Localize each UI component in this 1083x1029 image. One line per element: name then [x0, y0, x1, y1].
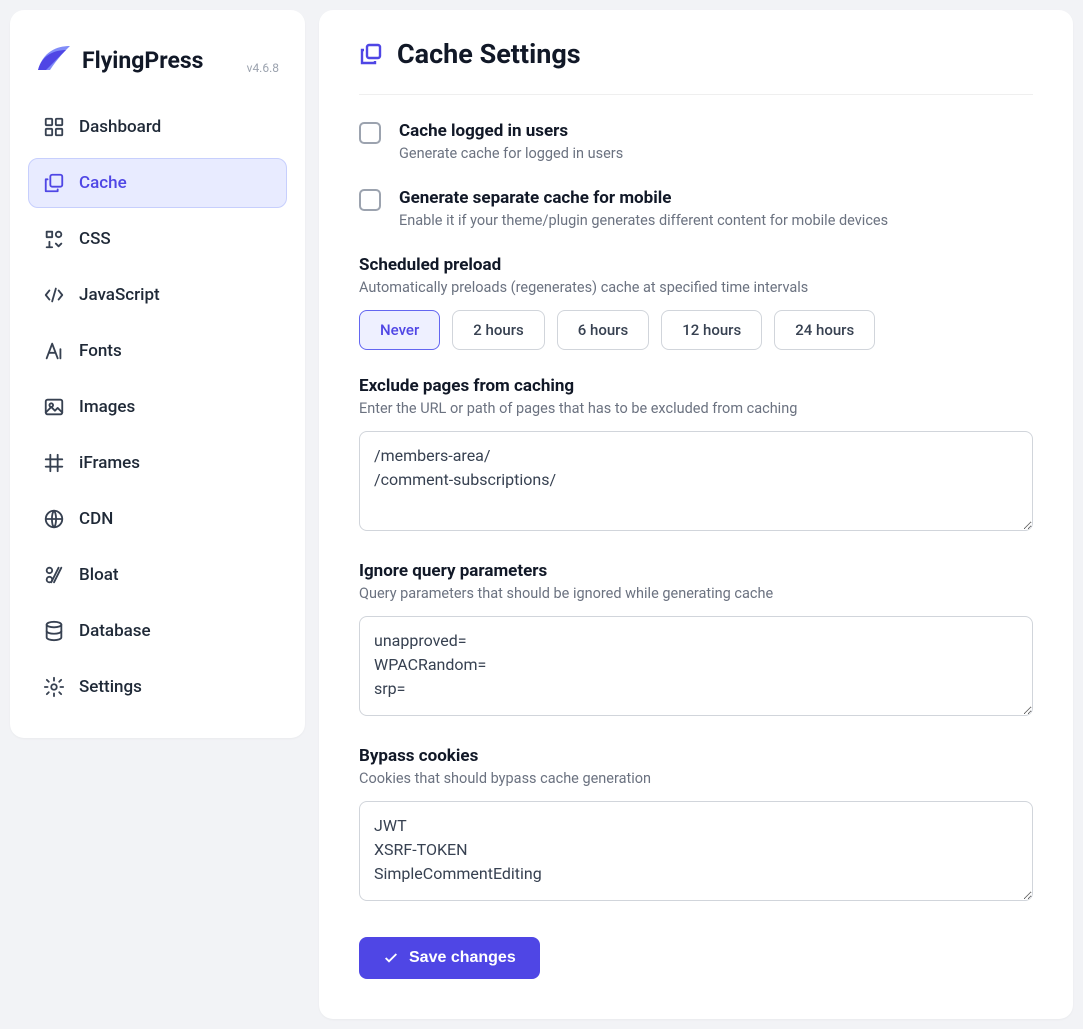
preload-choice-label: 12 hours	[682, 321, 741, 339]
sidebar-item-fonts[interactable]: Fonts	[28, 326, 287, 376]
option-exclude-pages: Exclude pages from caching Enter the URL…	[359, 376, 1033, 535]
sidebar-item-label: Fonts	[79, 341, 122, 361]
bypass-cookies-textarea[interactable]	[359, 801, 1033, 901]
preload-choice-label: 2 hours	[473, 321, 523, 339]
sidebar-item-label: Images	[79, 397, 135, 417]
sidebar-item-bloat[interactable]: Bloat	[28, 550, 287, 600]
preload-choice-2-hours[interactable]: 2 hours	[452, 310, 544, 350]
page-title: Cache Settings	[397, 38, 581, 70]
option-scheduled-preload: Scheduled preload Automatically preloads…	[359, 255, 1033, 350]
images-icon	[43, 396, 65, 418]
sidebar-item-iframes[interactable]: iFrames	[28, 438, 287, 488]
save-button[interactable]: Save changes	[359, 937, 540, 979]
bypass-cookies-title: Bypass cookies	[359, 746, 1033, 766]
exclude-pages-textarea[interactable]	[359, 431, 1033, 531]
sidebar-item-css[interactable]: CSS	[28, 214, 287, 264]
separate-mobile-desc: Enable it if your theme/plugin generates…	[399, 212, 1033, 229]
ignore-query-desc: Query parameters that should be ignored …	[359, 585, 1033, 602]
dashboard-icon	[43, 116, 65, 138]
preload-choice-label: 6 hours	[578, 321, 628, 339]
separate-mobile-checkbox[interactable]	[359, 189, 381, 211]
exclude-pages-desc: Enter the URL or path of pages that has …	[359, 400, 1033, 417]
cache-logged-in-desc: Generate cache for logged in users	[399, 145, 1033, 162]
fonts-icon	[43, 340, 65, 362]
cache-logged-in-checkbox[interactable]	[359, 122, 381, 144]
save-button-label: Save changes	[409, 949, 516, 967]
brand-logo-icon	[32, 40, 72, 80]
preload-choice-label: 24 hours	[795, 321, 854, 339]
cache-icon	[359, 42, 383, 66]
sidebar-item-label: CSS	[79, 229, 111, 249]
sidebar-item-database[interactable]: Database	[28, 606, 287, 656]
scheduled-preload-choices: Never 2 hours 6 hours 12 hours 24 hours	[359, 310, 1033, 350]
separate-mobile-title: Generate separate cache for mobile	[399, 188, 1033, 208]
sidebar-item-settings[interactable]: Settings	[28, 662, 287, 712]
check-icon	[383, 950, 399, 966]
preload-choice-12-hours[interactable]: 12 hours	[661, 310, 762, 350]
sidebar-item-label: Cache	[79, 173, 127, 193]
sidebar-item-label: iFrames	[79, 453, 140, 473]
preload-choice-label: Never	[380, 321, 419, 339]
option-separate-mobile: Generate separate cache for mobile Enabl…	[359, 188, 1033, 229]
javascript-icon	[43, 284, 65, 306]
ignore-query-title: Ignore query parameters	[359, 561, 1033, 581]
css-icon	[43, 228, 65, 250]
sidebar-item-label: Dashboard	[79, 117, 161, 137]
cdn-icon	[43, 508, 65, 530]
brand-version: v4.6.8	[247, 61, 279, 75]
sidebar-item-label: Settings	[79, 677, 142, 697]
sidebar-item-label: JavaScript	[79, 285, 160, 305]
sidebar-item-images[interactable]: Images	[28, 382, 287, 432]
sidebar-nav: Dashboard Cache CSS JavaScript Fonts Images iF…	[28, 102, 287, 712]
sidebar: FlyingPress v4.6.8 Dashboard Cache CSS Java…	[10, 10, 305, 738]
sidebar-item-cdn[interactable]: CDN	[28, 494, 287, 544]
option-cache-logged-in: Cache logged in users Generate cache for…	[359, 121, 1033, 162]
ignore-query-textarea[interactable]	[359, 616, 1033, 716]
sidebar-item-cache[interactable]: Cache	[28, 158, 287, 208]
scheduled-preload-title: Scheduled preload	[359, 255, 1033, 275]
preload-choice-never[interactable]: Never	[359, 310, 440, 350]
iframes-icon	[43, 452, 65, 474]
preload-choice-24-hours[interactable]: 24 hours	[774, 310, 875, 350]
brand-name: FlyingPress	[82, 47, 237, 74]
sidebar-item-label: Database	[79, 621, 151, 641]
bloat-icon	[43, 564, 65, 586]
sidebar-item-label: Bloat	[79, 565, 119, 585]
main-panel: Cache Settings Cache logged in users Gen…	[319, 10, 1073, 1019]
option-bypass-cookies: Bypass cookies Cookies that should bypas…	[359, 746, 1033, 905]
database-icon	[43, 620, 65, 642]
sidebar-item-dashboard[interactable]: Dashboard	[28, 102, 287, 152]
preload-choice-6-hours[interactable]: 6 hours	[557, 310, 649, 350]
sidebar-item-javascript[interactable]: JavaScript	[28, 270, 287, 320]
bypass-cookies-desc: Cookies that should bypass cache generat…	[359, 770, 1033, 787]
settings-icon	[43, 676, 65, 698]
cache-icon	[43, 172, 65, 194]
sidebar-item-label: CDN	[79, 509, 113, 529]
exclude-pages-title: Exclude pages from caching	[359, 376, 1033, 396]
scheduled-preload-desc: Automatically preloads (regenerates) cac…	[359, 279, 1033, 296]
cache-logged-in-title: Cache logged in users	[399, 121, 1033, 141]
brand: FlyingPress v4.6.8	[28, 30, 287, 102]
page-header: Cache Settings	[359, 38, 1033, 95]
option-ignore-query: Ignore query parameters Query parameters…	[359, 561, 1033, 720]
